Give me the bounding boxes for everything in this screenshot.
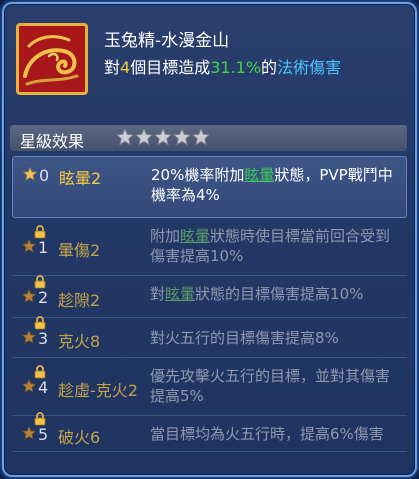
desc-mid: 個目標造成 [130,58,211,77]
star-level-badge: 2 [22,275,52,307]
star-rating [116,128,210,146]
effect-text: 優先攻擊火五行的目標，並對其傷害提高5% [150,367,391,405]
level-star-icon [22,239,36,253]
lock-icon [34,365,46,379]
star-level-badge: 1 [22,225,52,257]
star-level-badge: 3 [22,316,52,348]
effect-text: 對火五行的目標傷害提高8% [150,329,339,347]
effect-text: 附加 [150,227,181,245]
damage-percent: 31.1% [210,58,262,77]
rating-star-icon [192,128,210,146]
desc-of: 的 [261,58,278,77]
star-effect-row: 0 眩暈2 20%機率附加眩暈狀態，PVP戰鬥中機率為4% [12,156,407,218]
star-level-number: 4 [38,378,49,397]
effect-text: 狀態的目標傷害提高10% [195,285,364,303]
rating-star-icon [135,128,153,146]
star-level-number: 2 [38,288,49,307]
rating-star-icon [173,128,191,146]
effect-text: 當目標均為火五行時，提高6%傷害 [150,425,384,443]
level-star-icon [22,379,36,393]
effect-name: 趁虛-克火2 [58,381,138,400]
effect-description: 對眩暈狀態的目標傷害提高10% [150,284,400,304]
level-star-icon [22,289,36,303]
effect-description: 20%機率附加眩暈狀態，PVP戰鬥中機率為4% [151,165,401,205]
star-level-badge: 0 [23,165,53,185]
star-effect-row: 2 趁隙2 對眩暈狀態的目標傷害提高10% [12,275,407,318]
effect-name: 趁隙2 [58,291,101,310]
star-level-badge: 5 [22,412,52,444]
star-level-number: 1 [38,238,49,257]
status-keyword: 眩暈 [180,227,211,245]
star-level-badge: 4 [22,365,52,397]
status-keyword: 眩暈 [165,285,196,303]
skill-name: 玉兔精-水漫金山 [104,31,230,51]
star-level-number: 3 [38,329,49,348]
star-effects-header: 星級效果 [10,125,407,151]
star-level-number: 5 [38,425,49,444]
rating-star-icon [116,128,134,146]
effect-name: 眩暈2 [59,169,102,188]
lock-icon [34,275,46,289]
effect-name: 暈傷2 [58,241,101,260]
desc-prefix: 對 [104,58,121,77]
damage-type: 法術傷害 [277,58,342,77]
section-title: 星級效果 [20,132,85,151]
effect-name: 克火8 [58,332,101,351]
level-star-icon [23,167,37,181]
rating-star-icon [154,128,172,146]
effect-description: 當目標均為火五行時，提高6%傷害 [150,424,400,444]
lock-icon [34,412,46,426]
skill-header: 玉兔精-水漫金山 對4個目標造成31.1%的法術傷害 [4,4,415,120]
star-effect-row: 5 破火6 當目標均為火五行時，提高6%傷害 [12,412,407,452]
lock-icon [34,225,46,239]
effect-description: 優先攻擊火五行的目標，並對其傷害提高5% [150,366,400,406]
level-star-icon [22,426,36,440]
target-count: 4 [120,58,131,77]
star-level-number: 0 [39,166,50,185]
lock-icon [34,316,46,330]
star-effects-list: 0 眩暈2 20%機率附加眩暈狀態，PVP戰鬥中機率為4% 1 暈傷2 附加眩暈狀態時使目… [12,156,407,452]
status-keyword: 眩暈 [244,166,275,184]
star-effect-row: 4 趁虛-克火2 優先攻擊火五行的目標，並對其傷害提高5% [12,358,407,416]
star-effect-row: 1 暈傷2 附加眩暈狀態時使目標當前回合受到傷害提高10% [12,218,407,276]
effect-description: 對火五行的目標傷害提高8% [150,328,400,348]
effect-description: 附加眩暈狀態時使目標當前回合受到傷害提高10% [150,226,400,266]
effect-name: 破火6 [58,428,101,447]
effect-text: 20%機率附加 [151,166,245,184]
skill-description: 對4個目標造成31.1%的法術傷害 [104,54,341,78]
effect-text: 對 [150,285,166,303]
skill-tooltip-panel: 玉兔精-水漫金山 對4個目標造成31.1%的法術傷害 星級效果 0 眩暈2 20%機… [2,2,417,477]
level-star-icon [22,330,36,344]
star-effect-row: 3 克火8 對火五行的目標傷害提高8% [12,316,407,358]
skill-icon [16,23,88,95]
